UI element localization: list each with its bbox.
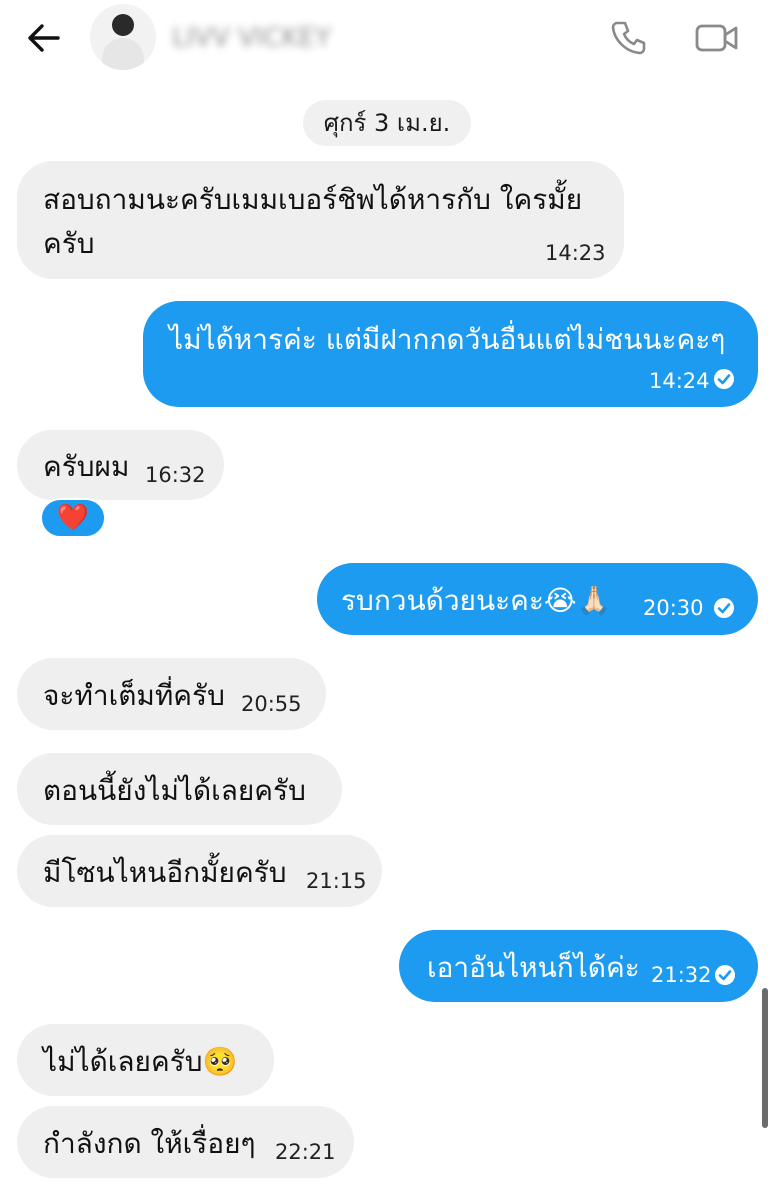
message-text: ไม่ได้หารค่ะ แต่มีฝากกดวันอื่นแต่ไม่ชนนะ… (169, 323, 726, 356)
incoming-message-bubble[interactable]: ครับผม 16:32 (17, 430, 224, 500)
incoming-message-bubble[interactable]: ไม่ได้เลยครับ🥺 (17, 1024, 274, 1096)
arrow-left-icon (28, 24, 60, 52)
message-text: มีโซนไหนอีกมั้ยครับ (43, 856, 287, 889)
video-call-button[interactable] (694, 18, 740, 58)
phone-icon (611, 21, 646, 55)
message-text: เอาอันไหนก็ได้ค่ะ (427, 951, 640, 984)
message-text: กำลังกด ให้เรื่อยๆ (43, 1127, 256, 1160)
message-text: สอบถามนะครับเมมเบอร์ชิพได้หารกับ ใครมั้ย (43, 183, 583, 216)
heart-reaction-badge[interactable]: ❤️ (40, 498, 106, 538)
scrollbar-thumb[interactable] (762, 988, 768, 1128)
incoming-message-bubble[interactable]: จะทำเต็มที่ครับ 20:55 (17, 658, 326, 730)
message-timestamp: 20:55 (241, 692, 302, 716)
sent-check-icon (715, 965, 735, 985)
outgoing-message-bubble[interactable]: ไม่ได้หารค่ะ แต่มีฝากกดวันอื่นแต่ไม่ชนนะ… (143, 301, 758, 407)
sent-check-icon (714, 598, 734, 618)
message-timestamp: 22:21 (275, 1140, 336, 1164)
incoming-message-bubble[interactable]: มีโซนไหนอีกมั้ยครับ 21:15 (17, 835, 382, 907)
video-camera-icon (695, 24, 738, 52)
avatar-head (112, 14, 134, 36)
message-timestamp: 21:15 (306, 869, 367, 893)
message-timestamp: 14:23 (545, 241, 606, 265)
chat-header: LIVV VICKEY (0, 0, 774, 80)
message-timestamp: 21:32 (651, 963, 712, 987)
message-text: ไม่ได้เลยครับ🥺 (43, 1045, 238, 1078)
message-timestamp: 14:24 (649, 369, 710, 393)
message-timestamp: 16:32 (145, 463, 206, 487)
message-text: รบกวนด้วยนะคะ😭🙏🏻 (341, 584, 612, 617)
outgoing-message-bubble[interactable]: รบกวนด้วยนะคะ😭🙏🏻 20:30 (317, 563, 758, 635)
voice-call-button[interactable] (608, 18, 648, 58)
sent-check-icon (714, 369, 734, 389)
contact-avatar[interactable] (90, 4, 156, 70)
message-text: จะทำเต็มที่ครับ (43, 679, 225, 712)
message-timestamp: 20:30 (643, 596, 704, 620)
date-separator: ศุกร์ 3 เม.ย. (303, 100, 471, 146)
avatar-body (102, 38, 144, 70)
incoming-message-bubble[interactable]: สอบถามนะครับเมมเบอร์ชิพได้หารกับ ใครมั้ย… (17, 161, 624, 279)
message-text: ครับผม (43, 450, 130, 483)
incoming-message-bubble[interactable]: กำลังกด ให้เรื่อยๆ 22:21 (17, 1106, 354, 1178)
outgoing-message-bubble[interactable]: เอาอันไหนก็ได้ค่ะ 21:32 (399, 930, 758, 1002)
contact-name[interactable]: LIVV VICKEY (172, 24, 412, 52)
incoming-message-bubble[interactable]: ตอนนี้ยังไม่ได้เลยครับ (17, 753, 342, 825)
message-text: ตอนนี้ยังไม่ได้เลยครับ (43, 774, 306, 807)
back-button[interactable] (24, 18, 64, 58)
message-text: ครับ (43, 227, 95, 260)
